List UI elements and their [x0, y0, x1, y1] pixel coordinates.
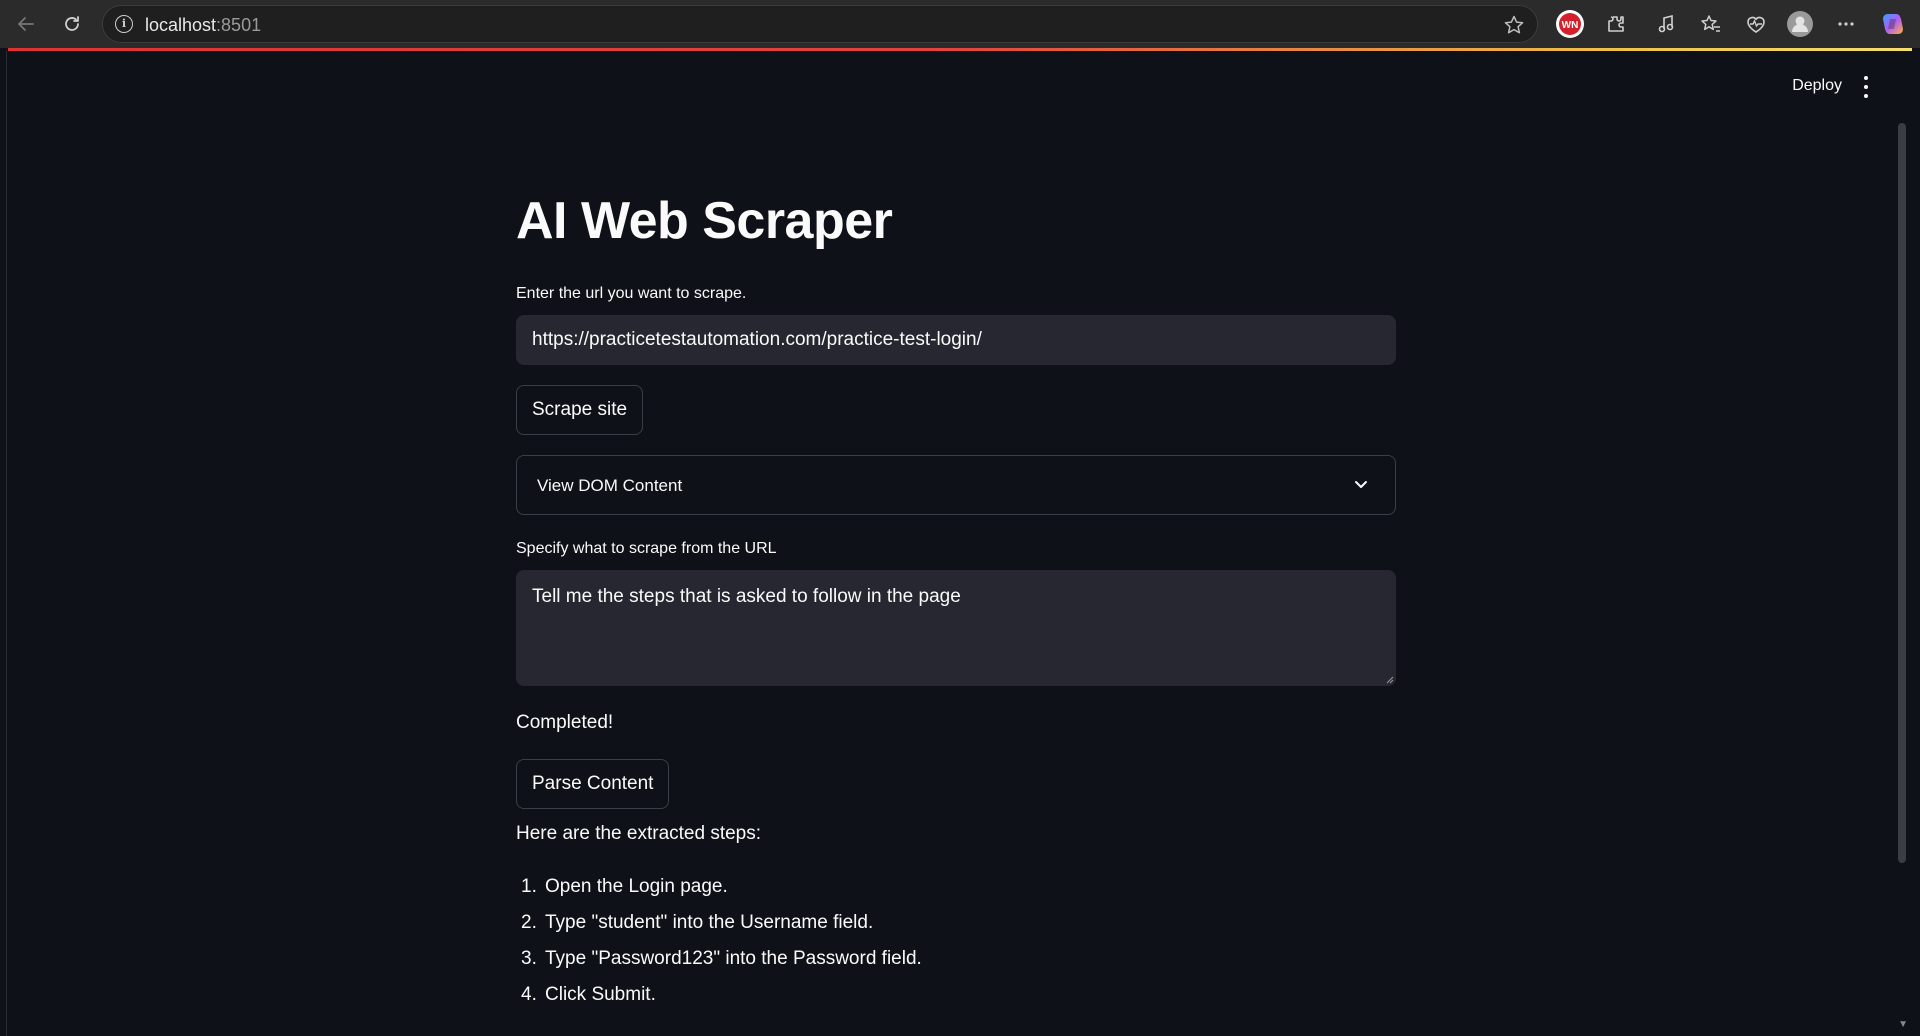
parse-content-button[interactable]: Parse Content	[516, 759, 670, 809]
chevron-down-icon	[1355, 481, 1367, 488]
query-text: Tell me the steps that is asked to follo…	[532, 586, 961, 607]
result-intro: Here are the extracted steps:	[516, 823, 762, 844]
resize-handle-icon[interactable]	[1384, 674, 1394, 684]
media-icon[interactable]	[1653, 11, 1679, 37]
expander-label: View DOM Content	[537, 476, 683, 495]
main-menu-icon[interactable]	[1860, 76, 1872, 98]
deploy-button[interactable]: Deploy	[1792, 77, 1842, 95]
address-bar[interactable]: i localhost:8501	[102, 5, 1538, 43]
url-label: Enter the url you want to scrape.	[516, 285, 747, 302]
wn-extension-icon[interactable]: WN	[1555, 9, 1585, 39]
favorites-icon[interactable]	[1698, 11, 1724, 37]
app-frame: Deploy ▼ AI Web Scraper Enter the url yo…	[6, 51, 1912, 1036]
reload-icon[interactable]	[58, 10, 86, 38]
browser-essentials-icon[interactable]	[1743, 11, 1769, 37]
address-text[interactable]: localhost:8501	[145, 15, 261, 36]
back-icon[interactable]	[12, 10, 40, 38]
extensions-icon[interactable]	[1603, 11, 1629, 37]
site-info-icon[interactable]: i	[115, 15, 133, 33]
copilot-icon[interactable]	[1880, 11, 1906, 37]
query-textarea[interactable]: Tell me the steps that is asked to follo…	[516, 570, 1396, 686]
profile-avatar-icon[interactable]	[1787, 11, 1813, 37]
svg-text:WN: WN	[1562, 20, 1579, 31]
more-menu-icon[interactable]	[1833, 11, 1859, 37]
view-dom-expander[interactable]: View DOM Content	[516, 455, 1396, 515]
scroll-down-arrow-icon[interactable]: ▼	[1898, 1019, 1908, 1030]
status-text: Completed!	[516, 712, 614, 733]
scrollbar[interactable]	[1898, 123, 1906, 863]
url-input[interactable]: https://practicetestautomation.com/pract…	[516, 315, 1396, 365]
scrape-site-button[interactable]: Scrape site	[516, 385, 644, 435]
browser-toolbar: i localhost:8501 WN	[0, 0, 1920, 48]
page-title: AI Web Scraper	[516, 192, 893, 250]
query-label: Specify what to scrape from the URL	[516, 540, 777, 557]
favorite-star-icon[interactable]	[1503, 14, 1525, 36]
